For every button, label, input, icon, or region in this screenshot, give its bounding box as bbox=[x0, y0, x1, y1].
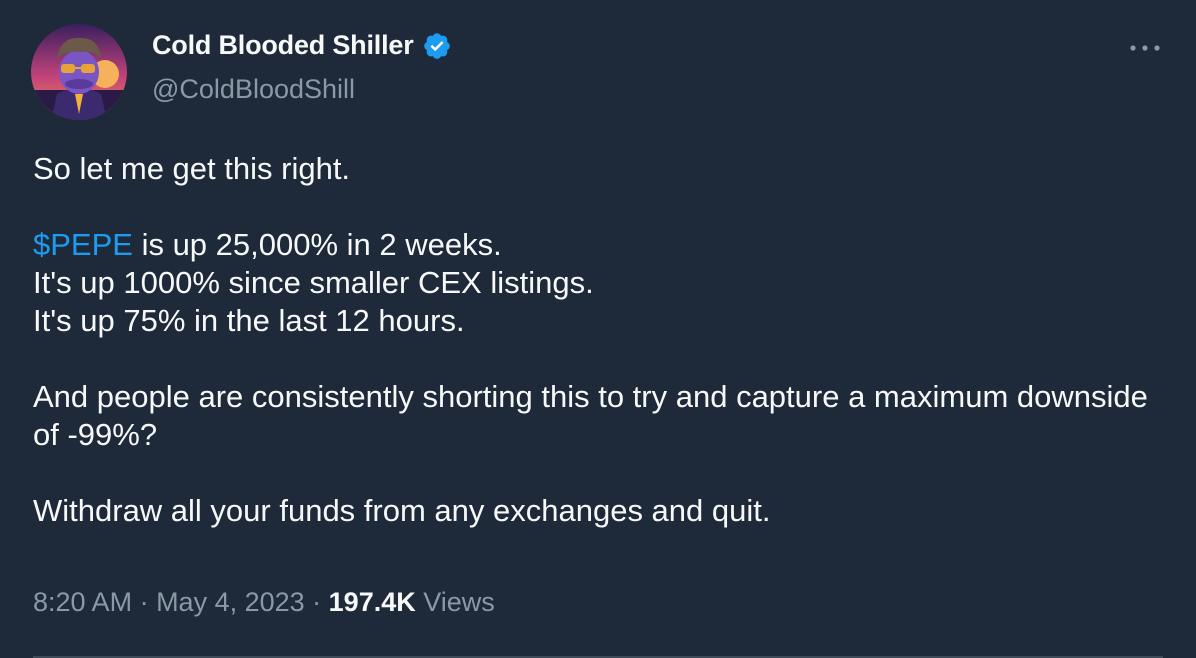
meta-separator: · bbox=[304, 587, 329, 617]
tweet-line-text: is up 25,000% in 2 weeks. bbox=[132, 227, 502, 262]
cashtag-link[interactable]: $PEPE bbox=[33, 227, 133, 262]
author-handle[interactable]: @ColdBloodShill bbox=[152, 74, 355, 105]
tweet-line: $PEPE is up 25,000% in 2 weeks. bbox=[33, 226, 1163, 264]
tweet-line: It's up 75% in the last 12 hours. bbox=[33, 303, 465, 338]
tweet-line: And people are consistently shorting thi… bbox=[33, 379, 1148, 452]
more-options-icon bbox=[1130, 45, 1160, 51]
more-options-button[interactable] bbox=[1128, 36, 1162, 60]
meta-separator: · bbox=[132, 587, 157, 617]
views-label: Views bbox=[415, 587, 495, 617]
avatar[interactable] bbox=[31, 24, 127, 120]
views-count: 197.4K bbox=[328, 587, 416, 617]
tweet-line: Withdraw all your funds from any exchang… bbox=[33, 493, 771, 528]
verified-badge-icon bbox=[422, 31, 452, 61]
author-display-name[interactable]: Cold Blooded Shiller bbox=[152, 30, 414, 61]
tweet-text: So let me get this right. $PEPE is up 25… bbox=[33, 150, 1163, 530]
tweet-line: It's up 1000% since smaller CEX listings… bbox=[33, 265, 594, 300]
tweet-date-link[interactable]: May 4, 2023 bbox=[156, 587, 305, 617]
tweet-card: Cold Blooded Shiller @ColdBloodShill So … bbox=[0, 0, 1196, 658]
tweet-line: So let me get this right. bbox=[33, 151, 351, 186]
tweet-time-link[interactable]: 8:20 AM bbox=[33, 587, 132, 617]
author-name-row: Cold Blooded Shiller bbox=[152, 30, 452, 61]
tweet-meta: 8:20 AM · May 4, 2023 · 197.4K Views bbox=[33, 587, 495, 618]
avatar-icon bbox=[31, 24, 127, 120]
